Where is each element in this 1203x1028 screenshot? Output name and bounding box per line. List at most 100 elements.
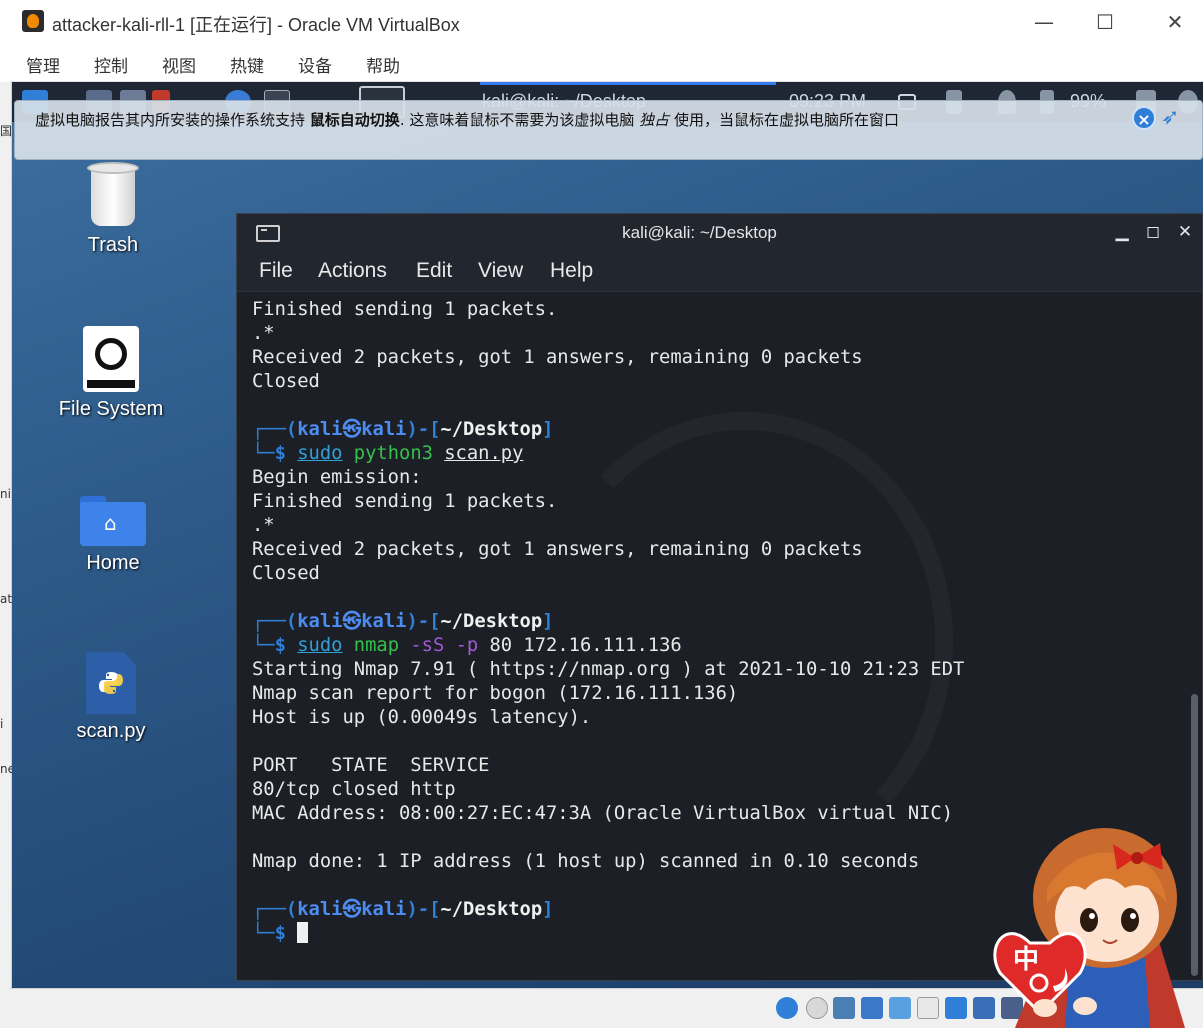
notification-bold: 鼠标自动切换	[309, 111, 400, 129]
network-icon[interactable]	[861, 997, 883, 1019]
prompt-host: kali	[361, 899, 407, 920]
optical-drive-icon[interactable]	[806, 997, 828, 1019]
terminal-menu-file[interactable]: File	[259, 259, 293, 283]
prompt-line: ┌──(kali㉿kali)-[~/Desktop]	[252, 419, 554, 440]
prompt-user: kali	[297, 611, 343, 632]
output-line: Finished sending 1 packets.	[252, 491, 558, 512]
trash-icon	[87, 162, 139, 228]
terminal-menu-help[interactable]: Help	[550, 259, 593, 283]
prompt-host: kali	[361, 611, 407, 632]
menu-hotkeys[interactable]: 热键	[230, 52, 264, 77]
command-line-active[interactable]: └─$	[252, 922, 309, 946]
prompt-cwd: ~/Desktop	[440, 611, 543, 632]
strip-text: ni	[0, 487, 11, 501]
prompt-cwd: ~/Desktop	[440, 419, 543, 440]
terminal-menu-view[interactable]: View	[478, 259, 523, 283]
desktop-icon-label: scan.py	[76, 720, 146, 742]
strip-text: 国	[0, 124, 13, 138]
command-line: └─$ sudo python3 scan.py	[252, 443, 524, 464]
mascot-overlay[interactable]: 中	[985, 808, 1203, 1028]
prompt-at: ㉿	[342, 419, 362, 440]
notification-prefix: 虚拟电脑报告其内所安装的操作系统支持	[35, 111, 306, 129]
notification-text: 虚拟电脑报告其内所安装的操作系统支持 鼠标自动切换. 这意味着鼠标不需要为该虚拟…	[35, 109, 899, 130]
output-line: PORT STATE SERVICE	[252, 755, 490, 776]
minimize-button[interactable]: —	[1027, 8, 1061, 36]
prompt-line: ┌──(kali㉿kali)-[~/Desktop]	[252, 611, 554, 632]
desktop-icon-home[interactable]: ⌂ Home	[43, 496, 183, 575]
home-folder-icon: ⌂	[80, 496, 146, 546]
background-window-strip: 国 ni at i ne	[0, 82, 15, 1028]
notification-suffix: 使用，当鼠标在虚拟电脑所在窗口	[673, 111, 899, 129]
mouse-integration-icon[interactable]: ➶	[1161, 104, 1187, 132]
output-line: 80/tcp closed http	[252, 779, 456, 800]
terminal-menubar: File Actions Edit View Help	[237, 252, 1202, 292]
host-titlebar: attacker-kali-rll-1 [正在运行] - Oracle VM V…	[10, 0, 1203, 44]
cmd-argument: scan.py	[444, 443, 524, 464]
python-file-icon	[86, 652, 136, 714]
desktop-icon-scanpy[interactable]: scan.py	[41, 652, 181, 743]
output-line: .*	[252, 323, 275, 344]
notification-close-icon[interactable]: ×	[1132, 106, 1156, 130]
desktop-icon-label: Trash	[87, 234, 139, 256]
audio-icon[interactable]	[833, 997, 855, 1019]
notification-middle: . 这意味着鼠标不需要为该虚拟电脑	[399, 111, 635, 129]
terminal-titlebar[interactable]: kali@kali: ~/Desktop ▁ ◻ ✕	[237, 214, 1202, 252]
desktop-icon-label: File System	[58, 398, 164, 420]
cmd-sudo: sudo	[297, 443, 343, 464]
close-button[interactable]: ✕	[1158, 8, 1192, 36]
host-window-title: attacker-kali-rll-1 [正在运行] - Oracle VM V…	[52, 15, 460, 35]
terminal-maximize-button[interactable]: ◻	[1143, 222, 1163, 242]
output-line: .*	[252, 515, 275, 536]
display-status-icon[interactable]	[945, 997, 967, 1019]
terminal-cursor	[297, 922, 309, 943]
output-line: Finished sending 1 packets.	[252, 299, 558, 320]
prompt-at: ㉿	[342, 611, 362, 632]
desktop-icon-filesystem[interactable]: File System	[41, 326, 181, 421]
output-line: Nmap scan report for bogon (172.16.111.1…	[252, 683, 739, 704]
cmd-arguments: 80 172.16.111.136	[489, 635, 682, 656]
output-line: Closed	[252, 563, 320, 584]
desktop-icon-trash[interactable]: Trash	[43, 162, 183, 257]
prompt-line: ┌──(kali㉿kali)-[~/Desktop]	[252, 899, 554, 920]
mouse-integration-notification: 虚拟电脑报告其内所安装的操作系统支持 鼠标自动切换. 这意味着鼠标不需要为该虚拟…	[14, 100, 1203, 160]
output-line: Received 2 packets, got 1 answers, remai…	[252, 539, 863, 560]
output-line: Begin emission:	[252, 467, 422, 488]
hard-disk-icon[interactable]	[776, 997, 798, 1019]
prompt-user: kali	[297, 899, 343, 920]
output-line: Closed	[252, 371, 320, 392]
prompt-user: kali	[297, 419, 343, 440]
host-menubar: 管理 控制 视图 热键 设备 帮助	[10, 44, 1203, 82]
terminal-title: kali@kali: ~/Desktop	[622, 223, 777, 242]
desktop-icon-label: Home	[86, 552, 140, 574]
usb-icon[interactable]	[889, 997, 911, 1019]
strip-text: i	[0, 717, 4, 731]
output-line: Received 2 packets, got 1 answers, remai…	[252, 347, 863, 368]
cmd-program: nmap	[353, 635, 400, 656]
drive-icon	[83, 326, 139, 392]
output-line: Host is up (0.00049s latency).	[252, 707, 592, 728]
command-line: └─$ sudo nmap -sS -p 80 172.16.111.136	[252, 635, 682, 656]
menu-manage[interactable]: 管理	[26, 52, 60, 77]
prompt-cwd: ~/Desktop	[440, 899, 543, 920]
terminal-menu-edit[interactable]: Edit	[416, 259, 452, 283]
menu-devices[interactable]: 设备	[298, 52, 332, 77]
prompt-host: kali	[361, 419, 407, 440]
strip-text: at	[0, 592, 13, 606]
output-line: MAC Address: 08:00:27:EC:47:3A (Oracle V…	[252, 803, 954, 824]
terminal-close-button[interactable]: ✕	[1175, 222, 1195, 242]
menu-control[interactable]: 控制	[94, 52, 128, 77]
terminal-minimize-button[interactable]: ▁	[1112, 222, 1132, 242]
menu-view[interactable]: 视图	[162, 52, 196, 77]
menu-help[interactable]: 帮助	[366, 52, 400, 77]
cmd-sudo: sudo	[297, 635, 343, 656]
cmd-program: python3	[353, 443, 433, 464]
shared-folders-icon[interactable]	[917, 997, 939, 1019]
cmd-option: -sS	[410, 635, 445, 656]
active-task-indicator	[480, 82, 776, 85]
terminal-menu-actions[interactable]: Actions	[318, 259, 387, 283]
mascot-badge-text: 中	[1013, 945, 1039, 975]
cmd-option: -p	[455, 635, 479, 656]
output-line: Nmap done: 1 IP address (1 host up) scan…	[252, 851, 920, 872]
notification-italic: 独占	[639, 111, 670, 129]
maximize-button[interactable]: ☐	[1088, 8, 1122, 36]
